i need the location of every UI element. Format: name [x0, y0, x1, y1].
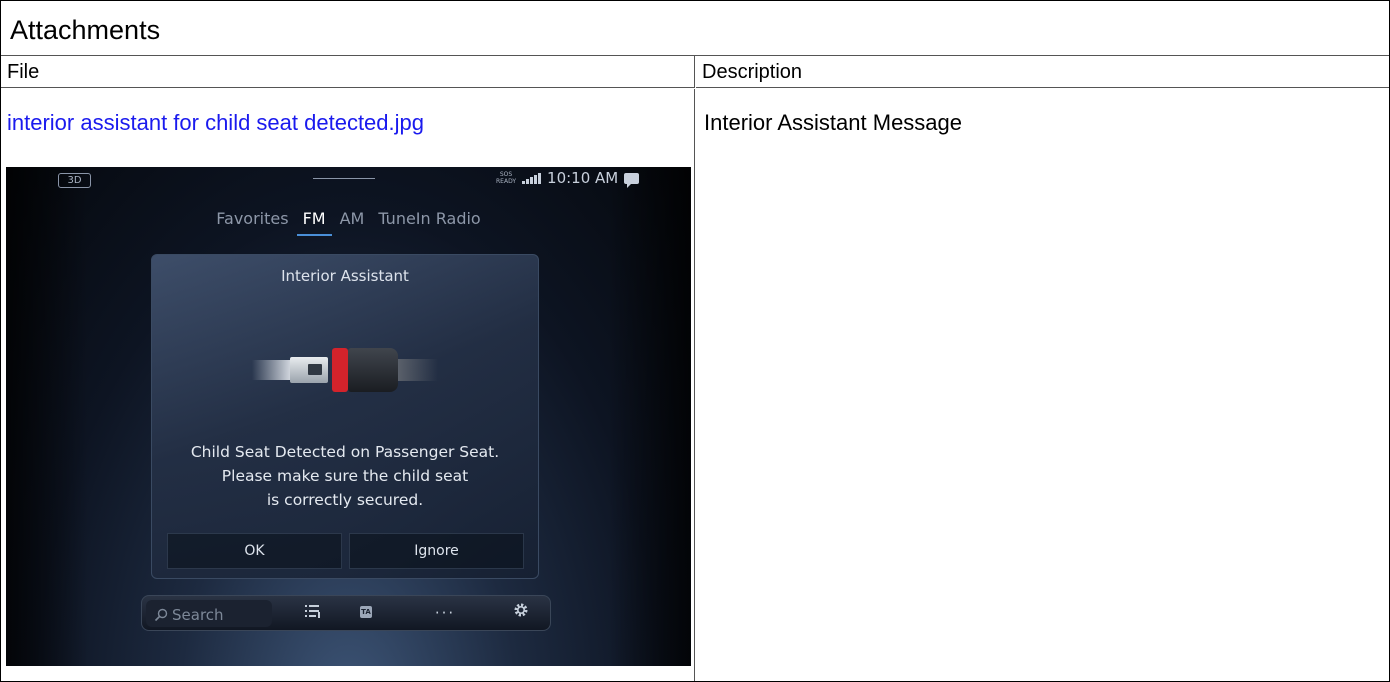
sos-ready-indicator: SOS READY — [496, 171, 516, 185]
attachment-image[interactable]: 3D SOS READY 10:10 AM Favorites FM AM Tu… — [6, 167, 691, 666]
panel-title: Attachments — [1, 1, 1389, 56]
radio-tabs: Favorites FM AM TuneIn Radio — [6, 209, 691, 236]
file-cell: interior assistant for child seat detect… — [1, 89, 695, 681]
clock-time: 10:10 AM — [547, 169, 619, 187]
message-icon — [624, 172, 640, 188]
column-header-description: Description — [696, 56, 1389, 88]
seatbelt-icon — [252, 345, 442, 395]
dialog-title: Interior Assistant — [281, 267, 409, 285]
dialog-message-line: is correctly secured. — [266, 491, 424, 509]
attachments-panel: Attachments File Description interior as… — [0, 0, 1390, 682]
ignore-button: Ignore — [349, 533, 524, 569]
tab-tunein-radio: TuneIn Radio — [378, 209, 481, 228]
column-header-file: File — [1, 56, 695, 88]
dock-search-field: Search — [146, 600, 272, 627]
tab-favorites: Favorites — [216, 209, 289, 228]
tab-fm: FM — [296, 209, 332, 236]
search-icon — [154, 608, 168, 622]
view-3d-label: 3D — [67, 175, 82, 186]
tab-am: AM — [339, 209, 365, 228]
gear-icon — [510, 602, 532, 624]
bottom-dock: Search TA ··· — [141, 595, 551, 631]
list-icon — [302, 602, 324, 624]
attachment-file-link[interactable]: interior assistant for child seat detect… — [7, 110, 424, 136]
ok-button: OK — [167, 533, 342, 569]
more-icon: ··· — [434, 604, 456, 622]
dialog-message: Child Seat Detected on Passenger Seat. P… — [152, 440, 538, 512]
dialog-message-line: Please make sure the child seat — [221, 467, 469, 485]
dialog-message-line: Child Seat Detected on Passenger Seat. — [190, 443, 500, 461]
signal-icon — [522, 172, 542, 184]
ready-label: READY — [496, 178, 517, 185]
pull-handle — [313, 178, 375, 179]
ta-icon: TA — [360, 606, 372, 618]
interior-assistant-dialog: Interior Assistant Child Seat Detected o… — [151, 254, 539, 579]
sos-label: SOS — [499, 171, 513, 178]
dock-search-placeholder: Search — [172, 606, 224, 624]
description-cell: Interior Assistant Message — [696, 89, 1389, 681]
view-3d-button: 3D — [58, 173, 91, 188]
attachment-description: Interior Assistant Message — [704, 110, 963, 135]
status-bar: SOS READY 10:10 AM — [496, 169, 640, 188]
